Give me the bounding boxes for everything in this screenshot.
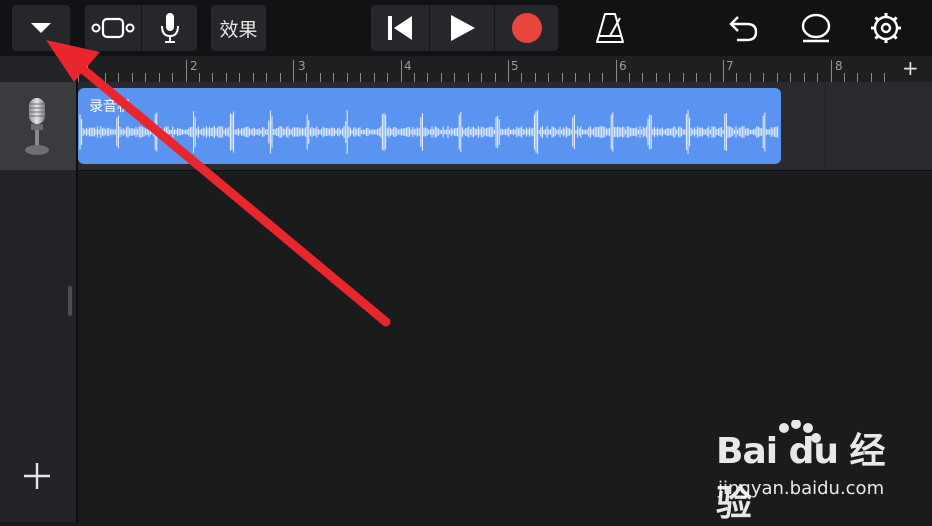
watermark-url: jingyan.baidu.com xyxy=(718,478,885,499)
watermark-logo: Bai du 经验 xyxy=(716,431,886,524)
watermark: Bai du 经验 jingyan.baidu.com xyxy=(712,420,912,524)
